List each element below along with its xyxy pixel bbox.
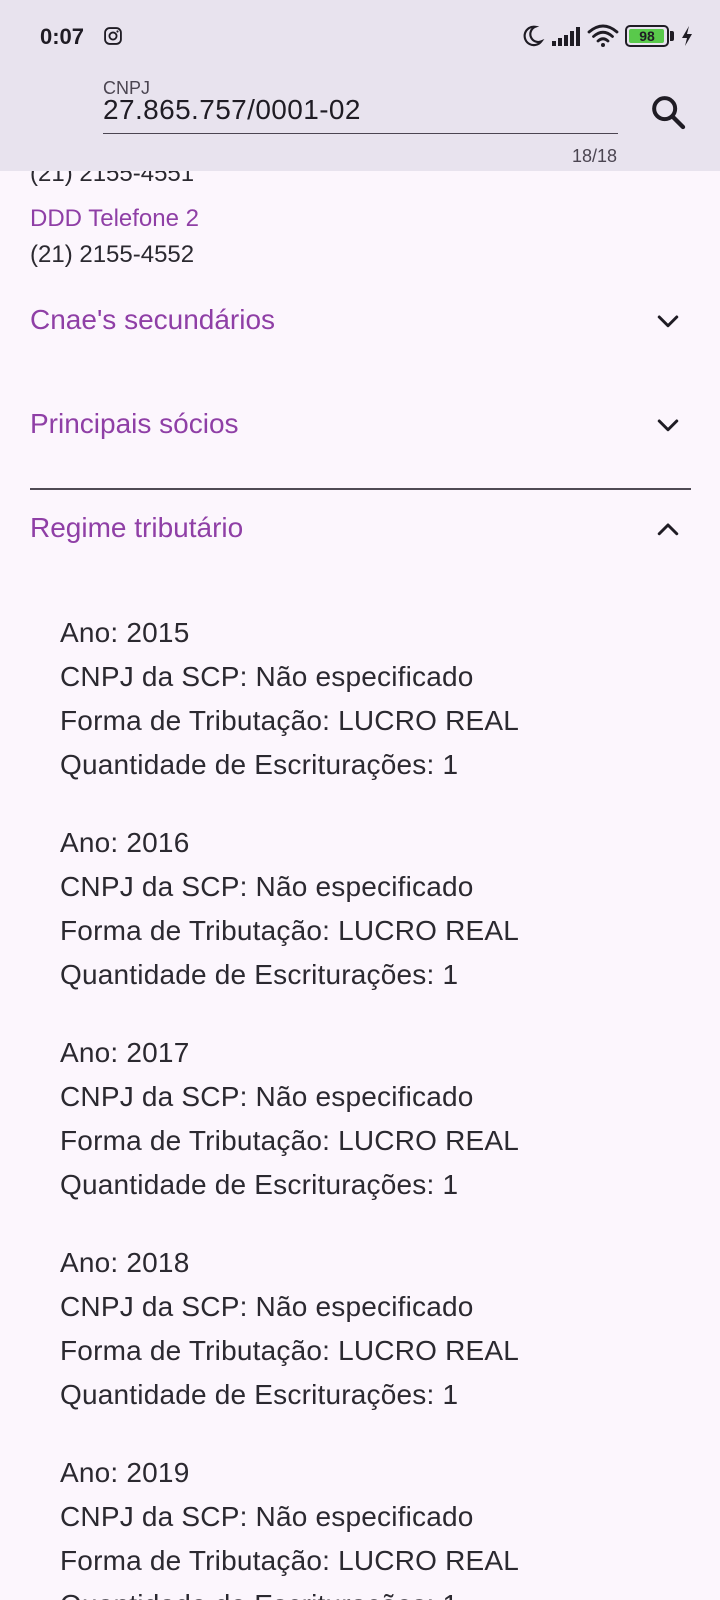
regime-ano: Ano: 2016 [60, 827, 190, 858]
regime-cnpj-scp: CNPJ da SCP: Não especificado [60, 1501, 474, 1532]
cnpj-field[interactable]: CNPJ 27.865.757/0001-02 [103, 74, 618, 134]
section-title-cnae: Cnae's secundários [30, 304, 276, 335]
list-item: Ano: 2016 CNPJ da SCP: Não especificado … [60, 821, 519, 997]
list-item: Ano: 2017 CNPJ da SCP: Não especificado … [60, 1031, 519, 1207]
signal-icon [552, 27, 580, 46]
ddd-phone2-value: (21) 2155-4552 [30, 241, 195, 268]
regime-ano: Ano: 2015 [60, 617, 190, 648]
regime-cnpj-scp: CNPJ da SCP: Não especificado [60, 1081, 474, 1112]
regime-cnpj-scp: CNPJ da SCP: Não especificado [60, 1291, 474, 1322]
regime-forma-tributacao: Forma de Tributação: LUCRO REAL [60, 1335, 520, 1366]
regime-forma-tributacao: Forma de Tributação: LUCRO REAL [60, 1125, 520, 1156]
regime-ano: Ano: 2017 [60, 1037, 190, 1068]
regime-forma-tributacao: Forma de Tributação: LUCRO REAL [60, 705, 520, 736]
battery-cap [670, 31, 674, 41]
regime-quantidade: Quantidade de Escriturações: 1 [60, 959, 459, 990]
regime-ano: Ano: 2018 [60, 1247, 190, 1278]
status-time: 0:07 [40, 24, 85, 49]
battery-icon: 98 [625, 25, 669, 47]
instagram-icon [104, 27, 122, 45]
status-icons: 98 [519, 22, 694, 50]
wifi-icon [587, 24, 619, 47]
regime-cnpj-scp: CNPJ da SCP: Não especificado [60, 661, 474, 692]
list-item: Ano: 2015 CNPJ da SCP: Não especificado … [60, 611, 519, 787]
section-title-socios: Principais sócios [30, 408, 239, 439]
regime-quantidade: Quantidade de Escriturações: 1 [60, 749, 459, 780]
search-icon[interactable] [648, 92, 688, 132]
battery-level: 98 [639, 28, 655, 44]
section-title-regime: Regime tributário [30, 512, 244, 543]
chevron-down-icon[interactable] [653, 411, 683, 441]
list-item: Ano: 2018 CNPJ da SCP: Não especificado … [60, 1241, 519, 1417]
regime-forma-tributacao: Forma de Tributação: LUCRO REAL [60, 1545, 520, 1576]
chevron-down-icon[interactable] [653, 307, 683, 337]
app-header: 0:07 98 CNPJ 27.865.757/0001-02 18/18 [0, 0, 720, 171]
moon-icon [523, 25, 545, 47]
regime-quantidade: Quantidade de Escriturações: 1 [60, 1379, 459, 1410]
divider [30, 488, 691, 490]
charging-bolt-icon [682, 26, 692, 46]
char-counter: 18/18 [571, 146, 617, 166]
regime-ano: Ano: 2019 [60, 1457, 190, 1488]
regime-tributario-list: Ano: 2015 CNPJ da SCP: Não especificado … [60, 611, 519, 1600]
regime-forma-tributacao: Forma de Tributação: LUCRO REAL [60, 915, 520, 946]
ddd-phone2-label: DDD Telefone 2 [30, 205, 199, 232]
list-item: Ano: 2019 CNPJ da SCP: Não especificado … [60, 1451, 519, 1600]
cnpj-input[interactable]: 27.865.757/0001-02 [103, 94, 361, 126]
chevron-up-icon[interactable] [653, 515, 683, 545]
regime-quantidade: Quantidade de Escriturações: 1 [60, 1169, 459, 1200]
regime-quantidade: Quantidade de Escriturações: 1 [60, 1583, 519, 1600]
regime-cnpj-scp: CNPJ da SCP: Não especificado [60, 871, 474, 902]
